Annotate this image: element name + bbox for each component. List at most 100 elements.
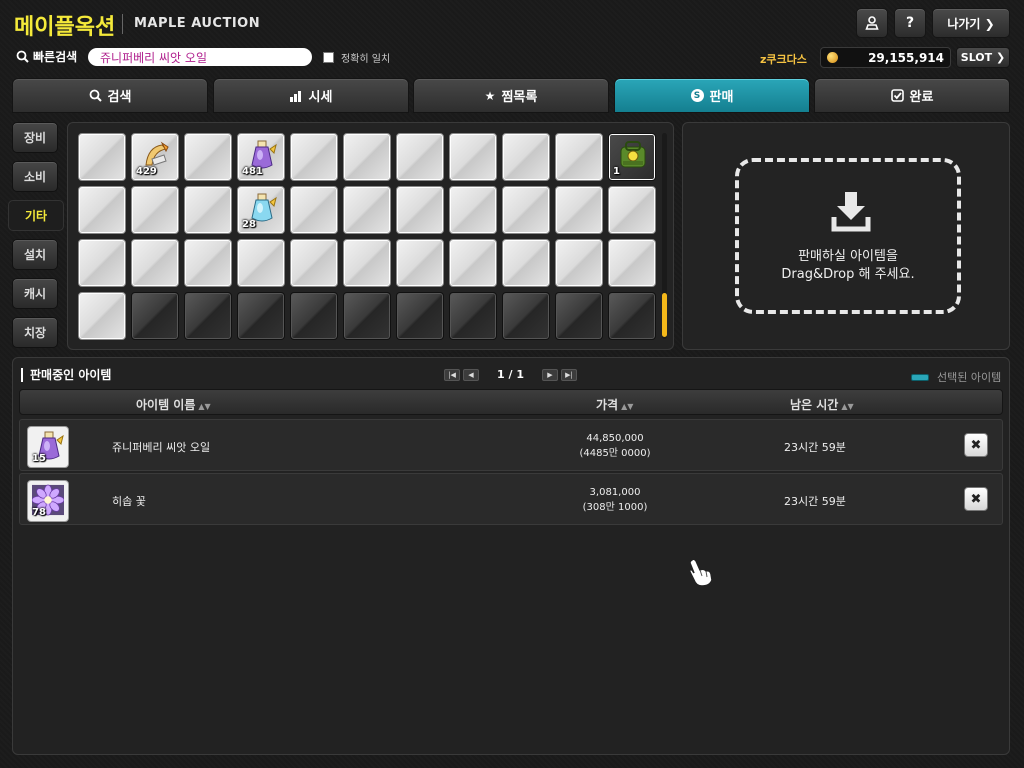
inventory-slot[interactable] (78, 292, 126, 340)
inventory-slot[interactable] (343, 133, 391, 181)
next-page-button[interactable]: ▶ (541, 368, 558, 381)
exact-match-option[interactable]: 정확히 일치 (323, 50, 390, 65)
column-header-name[interactable]: 아이템 이름 ▲▼ (136, 396, 211, 413)
inventory-slot[interactable] (184, 133, 232, 181)
inventory-scrollbar[interactable] (662, 133, 667, 339)
inventory-slot[interactable] (555, 186, 603, 234)
inventory-grid: 429 481 1 28 (78, 133, 658, 340)
first-page-button[interactable]: |◀ (444, 368, 460, 381)
inventory-slot[interactable] (131, 239, 179, 287)
category-use[interactable]: 소비 (12, 161, 58, 192)
inventory-slot[interactable]: 429 (131, 133, 179, 181)
drop-instructions: 판매하실 아이템을 Drag&Drop 해 주세요. (739, 248, 957, 284)
tab-sell[interactable]: S 판매 (614, 78, 810, 113)
tab-wishlist[interactable]: ★ 찜목록 (413, 78, 609, 113)
item-quantity: 1 (613, 166, 620, 177)
column-header-price[interactable]: 가격 ▲▼ (596, 396, 633, 413)
inventory-slot[interactable] (184, 239, 232, 287)
inventory-slot[interactable] (396, 239, 444, 287)
inventory-slot[interactable] (608, 186, 656, 234)
inventory-slot[interactable] (131, 186, 179, 234)
drop-instruction-line1: 판매하실 아이템을 (798, 249, 898, 264)
user-icon (865, 16, 879, 30)
brand-logo-english: MAPLE AUCTION (134, 16, 261, 31)
inventory-slot[interactable] (290, 239, 338, 287)
download-icon (831, 192, 871, 232)
slot-button[interactable]: SLOT ❯ (956, 47, 1010, 68)
item-price-korean: (308만 1000) (582, 502, 648, 513)
inventory-slot[interactable] (396, 133, 444, 181)
category-cosmetic[interactable]: 치장 (12, 317, 58, 348)
inventory-slot[interactable]: 28 (237, 186, 285, 234)
cancel-listing-button[interactable]: ✖ (964, 433, 988, 457)
column-header-label: 아이템 이름 (136, 398, 196, 412)
tab-market-price[interactable]: 시세 (213, 78, 409, 113)
category-cash[interactable]: 캐시 (12, 278, 58, 309)
inventory-slot[interactable] (343, 292, 391, 340)
pagination: |◀ ◀ 1 / 1 ▶ ▶| (444, 368, 580, 381)
inventory-slot[interactable] (555, 239, 603, 287)
currency-display: 29,155,914 (820, 47, 951, 68)
inventory-slot[interactable] (608, 292, 656, 340)
check-box-icon (890, 89, 904, 102)
column-header-time[interactable]: 남은 시간 ▲▼ (790, 396, 854, 413)
sort-icon: ▲▼ (621, 402, 634, 411)
selling-list-title: 판매중인 아이템 (21, 368, 111, 382)
sell-drop-zone[interactable]: 판매하실 아이템을 Drag&Drop 해 주세요. (735, 158, 961, 314)
quick-search-input[interactable] (88, 48, 312, 66)
inventory-slot[interactable] (78, 186, 126, 234)
last-page-button[interactable]: ▶| (560, 368, 577, 381)
inventory-slot[interactable] (555, 292, 603, 340)
currency-owner-label: z쿠크다스 (760, 53, 807, 66)
inventory-slot[interactable] (290, 133, 338, 181)
inventory-slot[interactable] (396, 186, 444, 234)
star-icon: ★ (484, 88, 496, 103)
inventory-slot[interactable] (343, 239, 391, 287)
quick-search-label: 빠른검색 (33, 50, 78, 64)
help-button[interactable]: ? (894, 8, 926, 38)
exit-button[interactable]: 나가기 ❯ (932, 8, 1010, 38)
item-name: 히솝 꽃 (112, 495, 146, 508)
inventory-slot[interactable] (555, 133, 603, 181)
inventory-slot[interactable] (608, 239, 656, 287)
item-quantity: 15 (32, 453, 46, 464)
inventory-slot[interactable] (396, 292, 444, 340)
inventory-slot[interactable]: 1 (608, 133, 656, 181)
inventory-slot[interactable] (237, 239, 285, 287)
selling-list-panel: 판매중인 아이템 |◀ ◀ 1 / 1 ▶ ▶| 선택된 아이템 아이템 이름 ▲… (12, 357, 1010, 755)
item-price: 3,081,000 (308만 1000) (560, 485, 670, 515)
inventory-slot[interactable] (449, 239, 497, 287)
category-setup[interactable]: 설치 (12, 239, 58, 270)
inventory-slot[interactable] (290, 292, 338, 340)
table-row[interactable]: 78 히솝 꽃 3,081,000 (308만 1000) 23시간 59분 ✖ (19, 473, 1003, 525)
inventory-slot[interactable] (502, 133, 550, 181)
cancel-listing-button[interactable]: ✖ (964, 487, 988, 511)
category-etc[interactable]: 기타 (8, 200, 64, 231)
prev-page-button[interactable]: ◀ (463, 368, 479, 381)
inventory-slot[interactable]: 481 (237, 133, 285, 181)
user-button[interactable] (856, 8, 888, 38)
inventory-scroll-thumb[interactable] (662, 293, 667, 337)
category-equip[interactable]: 장비 (12, 122, 58, 153)
inventory-slot[interactable] (237, 292, 285, 340)
hand-cursor-icon (689, 558, 713, 587)
inventory-slot[interactable] (449, 133, 497, 181)
table-row[interactable]: 15 쥬니퍼베리 씨앗 오일 44,850,000 (4485만 0000) 2… (19, 419, 1003, 471)
close-icon: ✖ (970, 491, 982, 507)
tab-search[interactable]: 검색 (12, 78, 208, 113)
inventory-slot[interactable] (131, 292, 179, 340)
inventory-slot[interactable] (184, 292, 232, 340)
inventory-slot[interactable] (78, 239, 126, 287)
exact-match-checkbox[interactable] (323, 52, 334, 63)
tab-complete[interactable]: 완료 (814, 78, 1010, 113)
inventory-slot[interactable] (184, 186, 232, 234)
inventory-slot[interactable] (343, 186, 391, 234)
inventory-slot[interactable] (449, 186, 497, 234)
inventory-slot[interactable] (502, 292, 550, 340)
inventory-slot[interactable] (502, 239, 550, 287)
inventory-slot[interactable] (290, 186, 338, 234)
inventory-slot[interactable] (502, 186, 550, 234)
inventory-slot[interactable] (449, 292, 497, 340)
inventory-slot[interactable] (78, 133, 126, 181)
item-quantity: 28 (242, 219, 256, 230)
